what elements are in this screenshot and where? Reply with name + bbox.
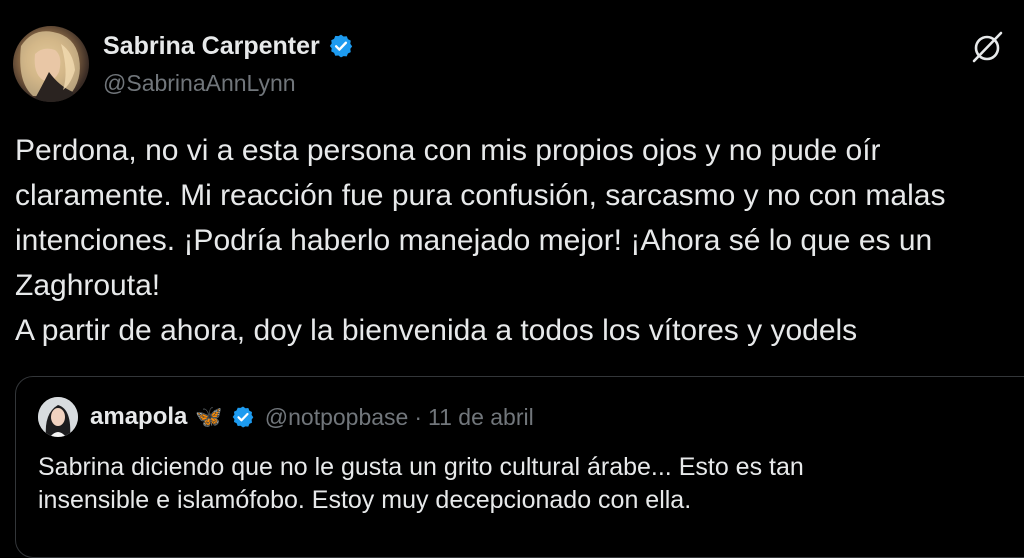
tweet-text-line: Perdona, no vi a esta persona con mis pr… — [15, 134, 881, 167]
tweet: Sabrina Carpenter @SabrinaAnnLynn Perdon… — [0, 0, 1024, 558]
quoted-author-avatar[interactable] — [38, 397, 78, 437]
quoted-text-line: insensible e islamófobo. Estoy muy decep… — [38, 486, 692, 514]
grok-icon[interactable] — [968, 28, 1006, 66]
tweet-text-line: intenciones. ¡Podría haberlo manejado me… — [15, 224, 933, 257]
quoted-author-handle[interactable]: @notpopbase — [265, 404, 409, 431]
quoted-author-name[interactable]: amapola — [90, 403, 187, 431]
author-avatar[interactable] — [13, 26, 89, 102]
quoted-separator: · — [414, 403, 423, 430]
verified-badge-icon — [329, 34, 352, 58]
tweet-text-line: Zaghrouta! — [15, 269, 161, 302]
butterfly-emoji-icon: 🦋 — [195, 404, 223, 429]
tweet-text-line: claramente. Mi reacción fue pura confusi… — [15, 179, 946, 212]
quoted-tweet[interactable]: amapola 🦋 @notpopbase · 11 de abril Sabr… — [15, 376, 1024, 558]
author-display-name[interactable]: Sabrina Carpenter — [103, 32, 320, 61]
quoted-tweet-header: amapola 🦋 @notpopbase · 11 de abril — [38, 397, 534, 437]
author-name-row: Sabrina Carpenter — [103, 28, 354, 64]
quoted-tweet-body: Sabrina diciendo que no le gusta un grit… — [38, 451, 1024, 517]
author-handle[interactable]: @SabrinaAnnLynn — [103, 70, 296, 97]
tweet-body: Perdona, no vi a esta persona con mis pr… — [15, 128, 1015, 353]
tweet-text-line: A partir de ahora, doy la bienvenida a t… — [15, 314, 858, 347]
quoted-text-line: Sabrina diciendo que no le gusta un grit… — [38, 453, 804, 481]
quoted-date[interactable]: 11 de abril — [428, 404, 534, 431]
quoted-verified-badge-icon — [232, 406, 254, 428]
